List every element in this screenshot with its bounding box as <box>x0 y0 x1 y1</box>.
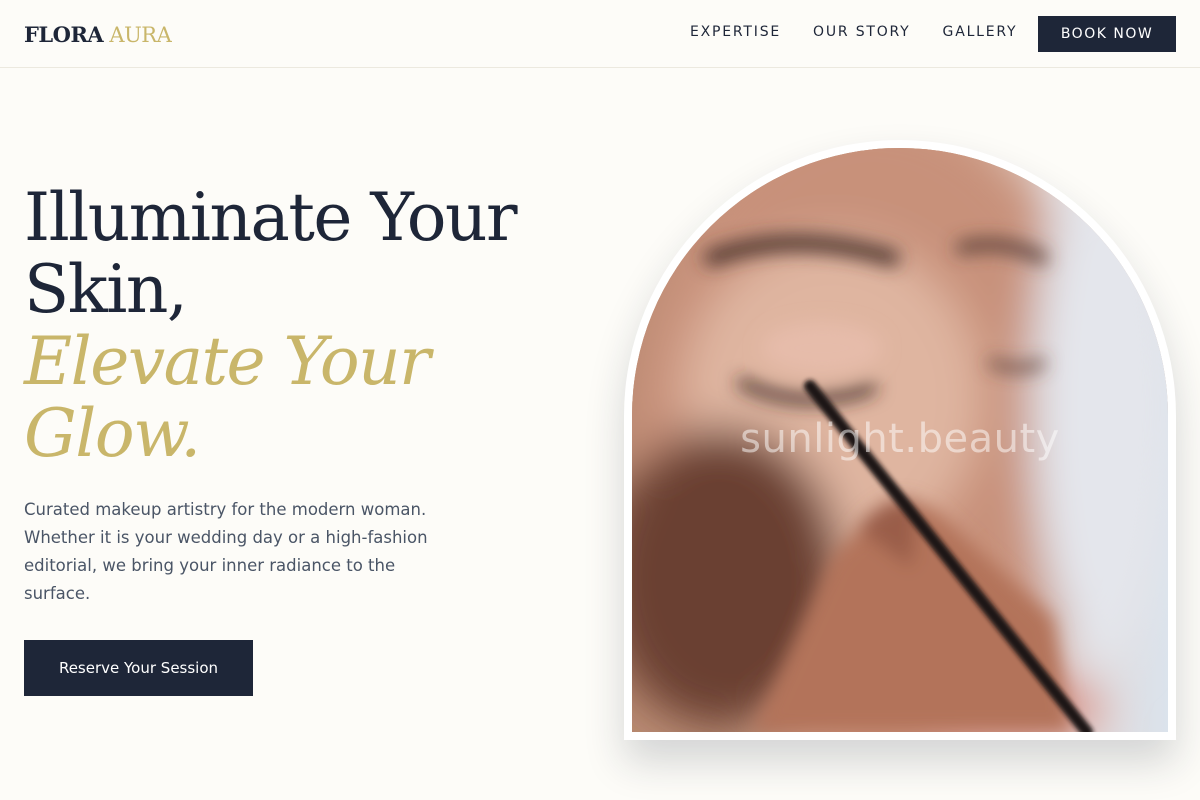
nav-links: EXPERTISE OUR STORY GALLERY <box>690 24 1049 40</box>
reserve-session-button[interactable]: Reserve Your Session <box>24 640 253 696</box>
photo-watermark: sunlight.beauty <box>740 416 1060 462</box>
logo-word-aura: AURA <box>109 23 172 47</box>
brand-logo[interactable]: FLORA AURA <box>24 22 172 47</box>
nav-link-gallery[interactable]: GALLERY <box>943 24 1018 40</box>
hero-title-line-2: Skin, <box>24 251 188 328</box>
hero-title-accent-line-2: Glow. <box>24 395 201 472</box>
makeup-application-photo: sunlight.beauty <box>632 148 1168 732</box>
logo-word-flora: FLORA <box>24 22 104 47</box>
nav-link-our-story[interactable]: OUR STORY <box>813 24 911 40</box>
hero-title-line-1: Illuminate Your <box>24 179 518 256</box>
top-navbar: FLORA AURA EXPERTISE OUR STORY GALLERY B… <box>0 0 1200 68</box>
book-now-button[interactable]: BOOK NOW <box>1038 16 1176 52</box>
nav-link-expertise[interactable]: EXPERTISE <box>690 24 781 40</box>
hero-title-accent-line-1: Elevate Your <box>24 323 431 400</box>
hero-image-frame: sunlight.beauty <box>624 140 1176 740</box>
hero-description: Curated makeup artistry for the modern w… <box>24 500 428 603</box>
hero-title: Illuminate Your Skin, Elevate Your Glow. <box>24 182 584 470</box>
